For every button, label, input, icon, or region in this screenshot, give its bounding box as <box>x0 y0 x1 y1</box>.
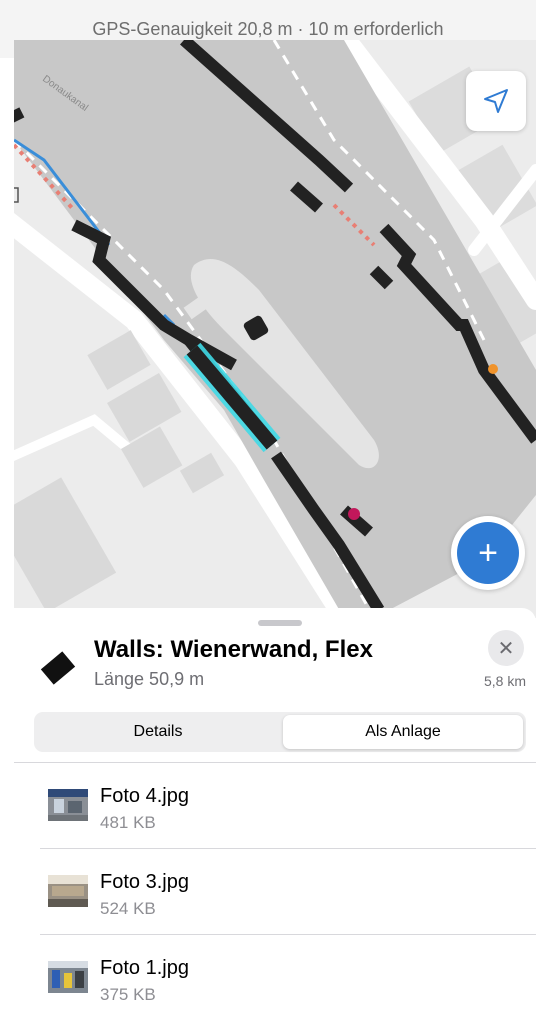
feature-bottom-sheet: Walls: Wienerwand, Flex Länge 50,9 m ✕ 5… <box>0 608 536 1018</box>
feature-distance: 5,8 km <box>483 673 526 689</box>
attachment-item[interactable]: Foto 3.jpg 524 KB <box>0 849 536 935</box>
attachment-name: Foto 3.jpg <box>100 871 189 893</box>
view-segmented-control: Details Als Anlage <box>34 712 526 752</box>
attachment-size: 375 KB <box>100 985 156 1004</box>
add-feature-button[interactable]: + <box>451 516 525 590</box>
locate-me-button[interactable] <box>466 71 526 131</box>
close-button[interactable]: ✕ <box>488 630 524 666</box>
attachment-size: 481 KB <box>100 813 156 832</box>
feature-title: Walls: Wienerwand, Flex <box>94 636 373 663</box>
photo-thumbnail-icon <box>48 875 88 907</box>
photo-thumbnail-icon <box>48 789 88 821</box>
close-icon: ✕ <box>497 637 515 660</box>
plus-icon: + <box>457 522 519 584</box>
wall-feature-icon <box>40 651 76 685</box>
photo-thumbnail-icon <box>48 961 88 993</box>
tab-details[interactable]: Details <box>37 715 279 749</box>
attachment-size: 524 KB <box>100 899 156 918</box>
attachment-item[interactable]: Foto 4.jpg 481 KB <box>0 763 536 849</box>
navigation-arrow-icon <box>484 89 508 113</box>
attachment-name: Foto 4.jpg <box>100 785 189 807</box>
attachment-item[interactable]: Foto 1.jpg 375 KB <box>0 935 536 1021</box>
attachment-name: Foto 1.jpg <box>100 957 189 979</box>
tab-als-anlage[interactable]: Als Anlage <box>283 715 523 749</box>
feature-length: Länge 50,9 m <box>94 669 205 689</box>
sheet-grabber[interactable] <box>258 620 302 626</box>
